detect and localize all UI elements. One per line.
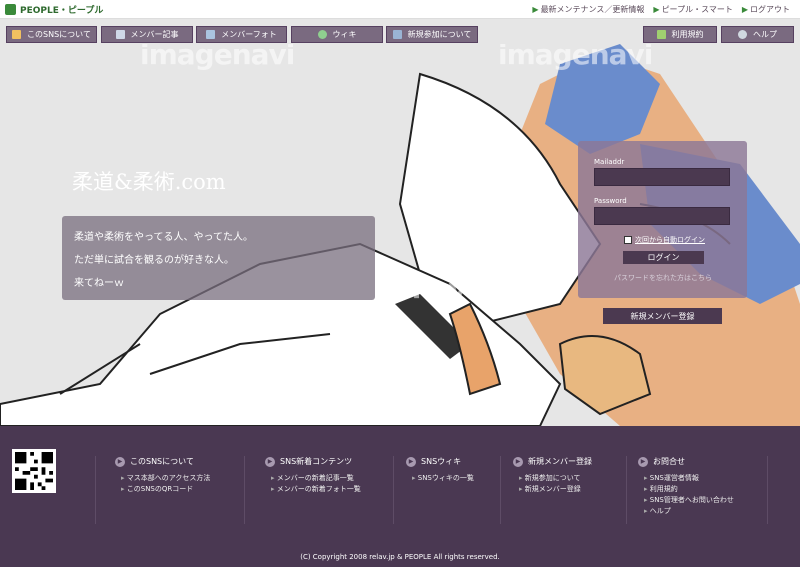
watermark: imagenavi [498, 44, 653, 71]
arrow-icon: ▶ [741, 5, 748, 14]
password-input[interactable] [594, 207, 730, 225]
nav-member-articles[interactable]: メンバー記事 [101, 26, 193, 43]
footer-link[interactable]: 利用規約 [644, 484, 734, 495]
play-icon: ▶ [638, 456, 648, 467]
nav-about[interactable]: このSNSについて [6, 26, 97, 43]
article-icon [115, 30, 125, 39]
nav-help[interactable]: ヘルプ [721, 26, 794, 43]
help-icon [738, 30, 747, 39]
mail-input[interactable] [594, 168, 730, 186]
footer-col-register: ▶新規メンバー登録 新規参加について 新規メンバー登録 [513, 456, 592, 495]
top-link-logout[interactable]: ▶ ログアウト [742, 4, 790, 15]
nav-terms[interactable]: 利用規約 [643, 26, 717, 43]
site-title: 柔道&柔術.com [72, 170, 226, 194]
arrow-icon: ▶ [532, 5, 539, 14]
nav-wiki[interactable]: ウィキ [291, 26, 383, 43]
top-link-maintenance[interactable]: ▶ 最新メンテナンス／更新情報 [532, 4, 644, 15]
logo-text: PEOPLE・ピープル [20, 6, 104, 16]
play-icon: ▶ [406, 456, 416, 467]
pen-icon [656, 30, 666, 39]
mail-label: Mailaddr [594, 158, 625, 166]
arrow-icon: ▶ [653, 5, 660, 14]
hero-area: imagenavi imagenavi imagenavi 柔道&柔術.com … [0, 44, 800, 426]
password-label: Password [594, 197, 627, 205]
auto-login[interactable]: 次回から自動ログイン [624, 235, 705, 245]
play-icon: ▶ [115, 456, 125, 467]
copyright: (C) Copyright 2008 relav.jp & PEOPLE All… [300, 553, 500, 561]
watermark: imagenavi [140, 44, 295, 71]
footer-link[interactable]: 新規メンバー登録 [519, 484, 592, 495]
footer-link[interactable]: このSNSのQRコード [121, 484, 210, 495]
register-button[interactable]: 新規メンバー登録 [603, 308, 722, 324]
footer-link[interactable]: ヘルプ [644, 506, 734, 517]
divider [393, 456, 394, 524]
tagline-line: ただ単に試合を観るのが好きな人。 [74, 255, 234, 266]
forgot-password-link[interactable]: パスワードを忘れた方はこちら [614, 273, 712, 283]
footer-col-about: ▶このSNSについて マス本部へのアクセス方法 このSNSのQRコード [115, 456, 210, 495]
footer-link[interactable]: メンバーの新着フォト一覧 [271, 484, 361, 495]
footer-link[interactable]: メンバーの新着記事一覧 [271, 473, 361, 484]
login-button[interactable]: ログイン [623, 251, 704, 264]
nav-join[interactable]: 新規参加について [386, 26, 478, 43]
nav-member-photos[interactable]: メンバーフォト [196, 26, 287, 43]
footer-heading[interactable]: ▶ お問合せ [638, 456, 734, 467]
top-bar: PEOPLE・ピープル ▶ 最新メンテナンス／更新情報 ▶ ピープル・スマート ▶ ロ… [0, 0, 800, 19]
footer-link[interactable]: SNSウィキの一覧 [412, 473, 474, 484]
footer-heading[interactable]: ▶ 新規メンバー登録 [513, 456, 592, 467]
footer-col-new-content: ▶SNS新着コンテンツ メンバーの新着記事一覧 メンバーの新着フォト一覧 [265, 456, 361, 495]
footer-heading[interactable]: ▶ このSNSについて [115, 456, 210, 467]
photo-icon [206, 30, 216, 39]
footer-link[interactable]: SNS管理者へお問い合わせ [644, 495, 734, 506]
footer-col-wiki: ▶SNSウィキ SNSウィキの一覧 [406, 456, 474, 484]
site-logo[interactable]: PEOPLE・ピープル [5, 3, 103, 16]
footer-col-contact: ▶お問合せ SNS運営者情報 利用規約 SNS管理者へお問い合わせ ヘルプ [638, 456, 734, 517]
people-icon [12, 30, 22, 39]
divider [500, 456, 501, 524]
divider [95, 456, 96, 524]
footer: ▶このSNSについて マス本部へのアクセス方法 このSNSのQRコード ▶SNS… [0, 426, 800, 567]
tagline-line: 柔道や柔術をやってる人、やってた人。 [74, 232, 253, 243]
tagline-line: 来てねーｗ [74, 278, 124, 289]
login-panel: Mailaddr Password 次回から自動ログイン ログイン パスワードを… [578, 141, 747, 298]
main-nav: このSNSについて メンバー記事 メンバーフォト ウィキ 新規参加について 利用… [0, 26, 800, 44]
tagline-box: 柔道や柔術をやってる人、やってた人。 ただ単に試合を観るのが好きな人。 来てねー… [62, 216, 375, 300]
people-logo-icon [5, 4, 16, 15]
group-icon [392, 30, 402, 39]
footer-heading[interactable]: ▶ SNSウィキ [406, 456, 474, 467]
play-icon: ▶ [265, 456, 275, 467]
divider [626, 456, 627, 524]
footer-heading[interactable]: ▶ SNS新着コンテンツ [265, 456, 361, 467]
play-icon: ▶ [513, 456, 523, 467]
auto-login-checkbox[interactable] [624, 236, 632, 244]
divider [244, 456, 245, 524]
top-link-smart[interactable]: ▶ ピープル・スマート [653, 4, 732, 15]
globe-icon [317, 30, 327, 39]
footer-link[interactable]: 新規参加について [519, 473, 592, 484]
top-links: ▶ 最新メンテナンス／更新情報 ▶ ピープル・スマート ▶ ログアウト [532, 4, 790, 15]
divider [767, 456, 768, 524]
qr-code [12, 449, 56, 493]
footer-link[interactable]: SNS運営者情報 [644, 473, 734, 484]
footer-link[interactable]: マス本部へのアクセス方法 [121, 473, 211, 484]
